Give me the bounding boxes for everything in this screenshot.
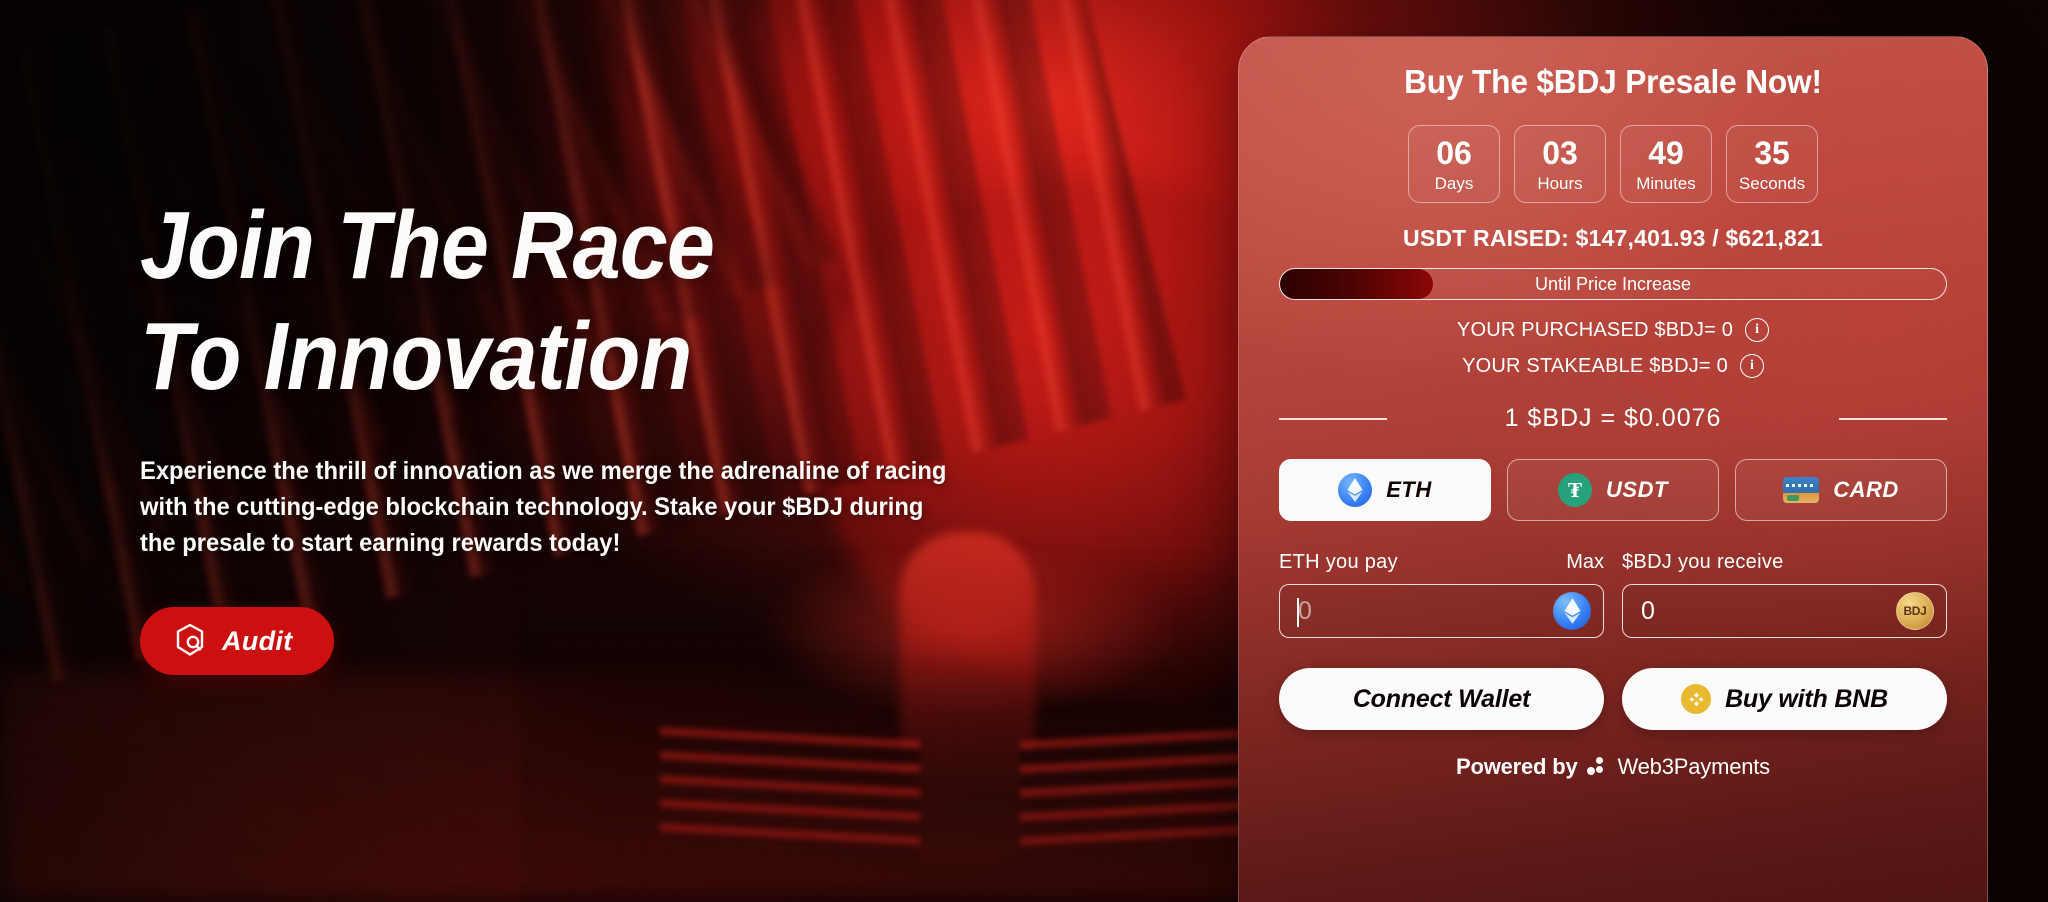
- stakeable-row: YOUR STAKEABLE $BDJ= 0 i: [1279, 354, 1947, 378]
- payment-method-eth-label: ETH: [1386, 477, 1432, 502]
- credit-card-icon: [1783, 477, 1820, 503]
- rate-divider-left: [1279, 417, 1387, 420]
- rate-divider-right: [1839, 417, 1947, 420]
- max-button[interactable]: Max: [1566, 551, 1604, 574]
- page-title: Join The Race To Innovation: [140, 190, 950, 413]
- countdown-days: 06 Days: [1408, 125, 1500, 203]
- pay-amount-input[interactable]: 0: [1279, 584, 1604, 638]
- text-caret: [1297, 598, 1299, 627]
- countdown-hours: 03 Hours: [1514, 125, 1606, 203]
- bnb-icon: [1681, 684, 1712, 714]
- receive-amount-value: 0: [1641, 596, 1656, 625]
- pay-label: ETH you pay: [1279, 551, 1398, 573]
- countdown-days-unit: Days: [1434, 173, 1474, 193]
- stakeable-info-icon[interactable]: i: [1739, 354, 1764, 378]
- bdj-coin-icon: BDJ: [1896, 592, 1934, 630]
- page-title-line-1: Join The Race: [140, 192, 715, 299]
- payment-method-card[interactable]: CARD: [1735, 459, 1947, 521]
- presale-title: Buy The $BDJ Presale Now!: [1404, 63, 1822, 100]
- audit-button[interactable]: Audit: [140, 607, 335, 676]
- hero-paragraph: Experience the thrill of innovation as w…: [140, 456, 947, 558]
- countdown-hours-unit: Hours: [1537, 173, 1583, 193]
- countdown-timer: 06 Days 03 Hours 49 Minutes 35 Seconds: [1279, 125, 1947, 203]
- presale-progress-bar[interactable]: Until Price Increase: [1279, 268, 1947, 300]
- countdown-days-value: 06: [1436, 134, 1472, 171]
- swap-fields: 0 0 BDJ: [1279, 584, 1947, 638]
- countdown-minutes-value: 49: [1648, 134, 1684, 171]
- connect-wallet-button[interactable]: Connect Wallet: [1279, 668, 1604, 730]
- receive-label: $BDJ you receive: [1622, 551, 1784, 573]
- purchased-label: YOUR PURCHASED $BDJ= 0: [1456, 318, 1734, 341]
- pay-token-icon-wrap: [1553, 592, 1591, 630]
- eth-icon: [1553, 592, 1591, 630]
- presale-widget: Buy The $BDJ Presale Now! 06 Days 03 Hou…: [1238, 36, 1988, 902]
- payment-method-usdt-label: USDT: [1606, 477, 1668, 502]
- page-title-line-2: To Innovation: [140, 303, 692, 411]
- powered-by-prefix: Powered by: [1456, 754, 1578, 779]
- receive-token-icon-wrap: BDJ: [1896, 592, 1934, 630]
- usdt-raised-text: USDT RAISED: $147,401.93 / $621,821: [1403, 225, 1823, 251]
- payment-method-usdt[interactable]: ₮ USDT: [1507, 459, 1719, 521]
- receive-label-column: $BDJ you receive: [1622, 551, 1947, 574]
- countdown-minutes-unit: Minutes: [1636, 173, 1696, 193]
- stakeable-label: YOUR STAKEABLE $BDJ= 0: [1462, 354, 1728, 377]
- payment-method-card-label: CARD: [1833, 477, 1899, 502]
- purchased-row: YOUR PURCHASED $BDJ= 0 i: [1279, 318, 1947, 342]
- pay-label-column: ETH you pay Max: [1279, 551, 1604, 574]
- powered-by-brand: Web3Payments: [1617, 754, 1770, 779]
- buy-with-bnb-label: Buy with BNB: [1725, 684, 1888, 713]
- token-rate-row: 1 $BDJ = $0.0076: [1279, 404, 1947, 433]
- countdown-seconds: 35 Seconds: [1726, 125, 1818, 203]
- token-rate-text: 1 $BDJ = $0.0076: [1504, 404, 1722, 432]
- countdown-minutes: 49 Minutes: [1620, 125, 1712, 203]
- swap-labels: ETH you pay Max $BDJ you receive: [1279, 551, 1947, 574]
- connect-wallet-label: Connect Wallet: [1352, 684, 1531, 713]
- purchased-info-icon[interactable]: i: [1745, 318, 1770, 342]
- audit-shield-icon: [174, 623, 206, 660]
- buy-with-bnb-button[interactable]: Buy with BNB: [1622, 668, 1947, 730]
- wallet-actions: Connect Wallet Buy with BNB: [1279, 668, 1947, 730]
- presale-landing-page: Join The Race To Innovation Experience t…: [0, 0, 2048, 902]
- countdown-seconds-unit: Seconds: [1738, 173, 1806, 193]
- payment-method-eth[interactable]: ETH: [1279, 459, 1491, 521]
- countdown-seconds-value: 35: [1754, 134, 1790, 171]
- payment-method-selector: ETH ₮ USDT CARD: [1279, 459, 1947, 521]
- eth-icon: [1338, 473, 1373, 507]
- audit-button-label: Audit: [222, 625, 293, 656]
- countdown-hours-value: 03: [1542, 134, 1578, 171]
- hero-content: Join The Race To Innovation Experience t…: [140, 190, 1040, 676]
- web3payments-logo-icon: [1587, 756, 1607, 778]
- receive-amount-input[interactable]: 0 BDJ: [1622, 584, 1947, 638]
- usdt-icon: ₮: [1558, 473, 1593, 507]
- powered-by-row: Powered by Web3Payments: [1279, 754, 1947, 780]
- progress-bar-label: Until Price Increase: [1534, 273, 1692, 294]
- pay-amount-value: 0: [1298, 596, 1313, 625]
